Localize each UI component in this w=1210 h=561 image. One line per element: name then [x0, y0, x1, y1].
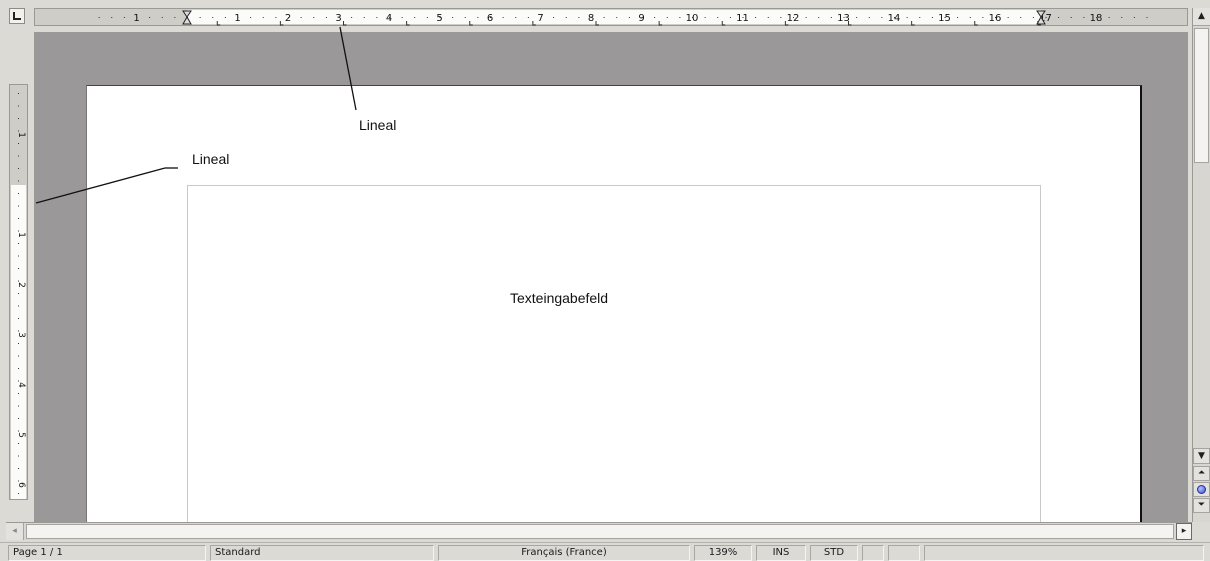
left-ruler-callout-line — [35, 167, 166, 204]
double-chevron-down-icon: ⏷ — [1197, 500, 1206, 510]
arrow-right-icon: ▸ — [1181, 526, 1187, 536]
scroll-up-button[interactable]: ▲ — [1193, 8, 1210, 26]
status-page-number[interactable]: Page 1 / 1 — [8, 545, 206, 561]
scroll-down-button[interactable]: ▼ — [1193, 448, 1210, 464]
status-document-modified[interactable] — [862, 545, 884, 561]
status-insert-mode[interactable]: INS — [756, 545, 806, 561]
next-page-button[interactable]: ⏷ — [1193, 498, 1210, 513]
double-chevron-up-icon: ⏶ — [1197, 468, 1206, 478]
annotation-lines — [35, 26, 357, 204]
previous-page-button[interactable]: ⏶ — [1193, 466, 1210, 481]
arrow-up-icon: ▲ — [1198, 11, 1205, 21]
horizontal-scroll-thumb[interactable] — [26, 524, 1174, 539]
status-language[interactable]: Français (France) — [438, 545, 690, 561]
editor-window: 1 1 2 3 4 5 6 7 8 9 10 11 12 13 14 15 16 17 18 1123456 Lin… — [0, 0, 1210, 561]
navigation-dot-icon — [1197, 485, 1206, 494]
status-bar: Page 1 / 1 Standard Français (France) 13… — [0, 542, 1210, 561]
top-ruler-callout: Lineal — [359, 117, 397, 133]
top-ruler-callout-line — [339, 26, 357, 111]
status-selection-mode[interactable]: STD — [810, 545, 858, 561]
horizontal-scrollbar[interactable]: ◂ ▸ — [6, 522, 1192, 540]
scrollbar-corner — [1192, 522, 1210, 540]
status-digital-signature[interactable] — [888, 545, 920, 561]
arrow-left-icon: ◂ — [12, 526, 17, 536]
navigation-mode-button[interactable] — [1193, 482, 1210, 497]
status-zoom[interactable]: 139% — [694, 545, 752, 561]
text-area-callout: Texteingabefeld — [510, 290, 609, 306]
status-object-info — [924, 545, 1204, 561]
scroll-left-button[interactable]: ◂ — [6, 523, 24, 540]
scroll-right-button[interactable]: ▸ — [1176, 523, 1192, 540]
left-ruler-callout: Lineal — [192, 151, 230, 167]
arrow-down-icon: ▼ — [1198, 450, 1205, 461]
vertical-scroll-thumb[interactable] — [1194, 28, 1209, 163]
status-page-style[interactable]: Standard — [210, 545, 434, 561]
vertical-scrollbar[interactable]: ▲ ▼ ⏶ ⏷ — [1192, 8, 1210, 522]
